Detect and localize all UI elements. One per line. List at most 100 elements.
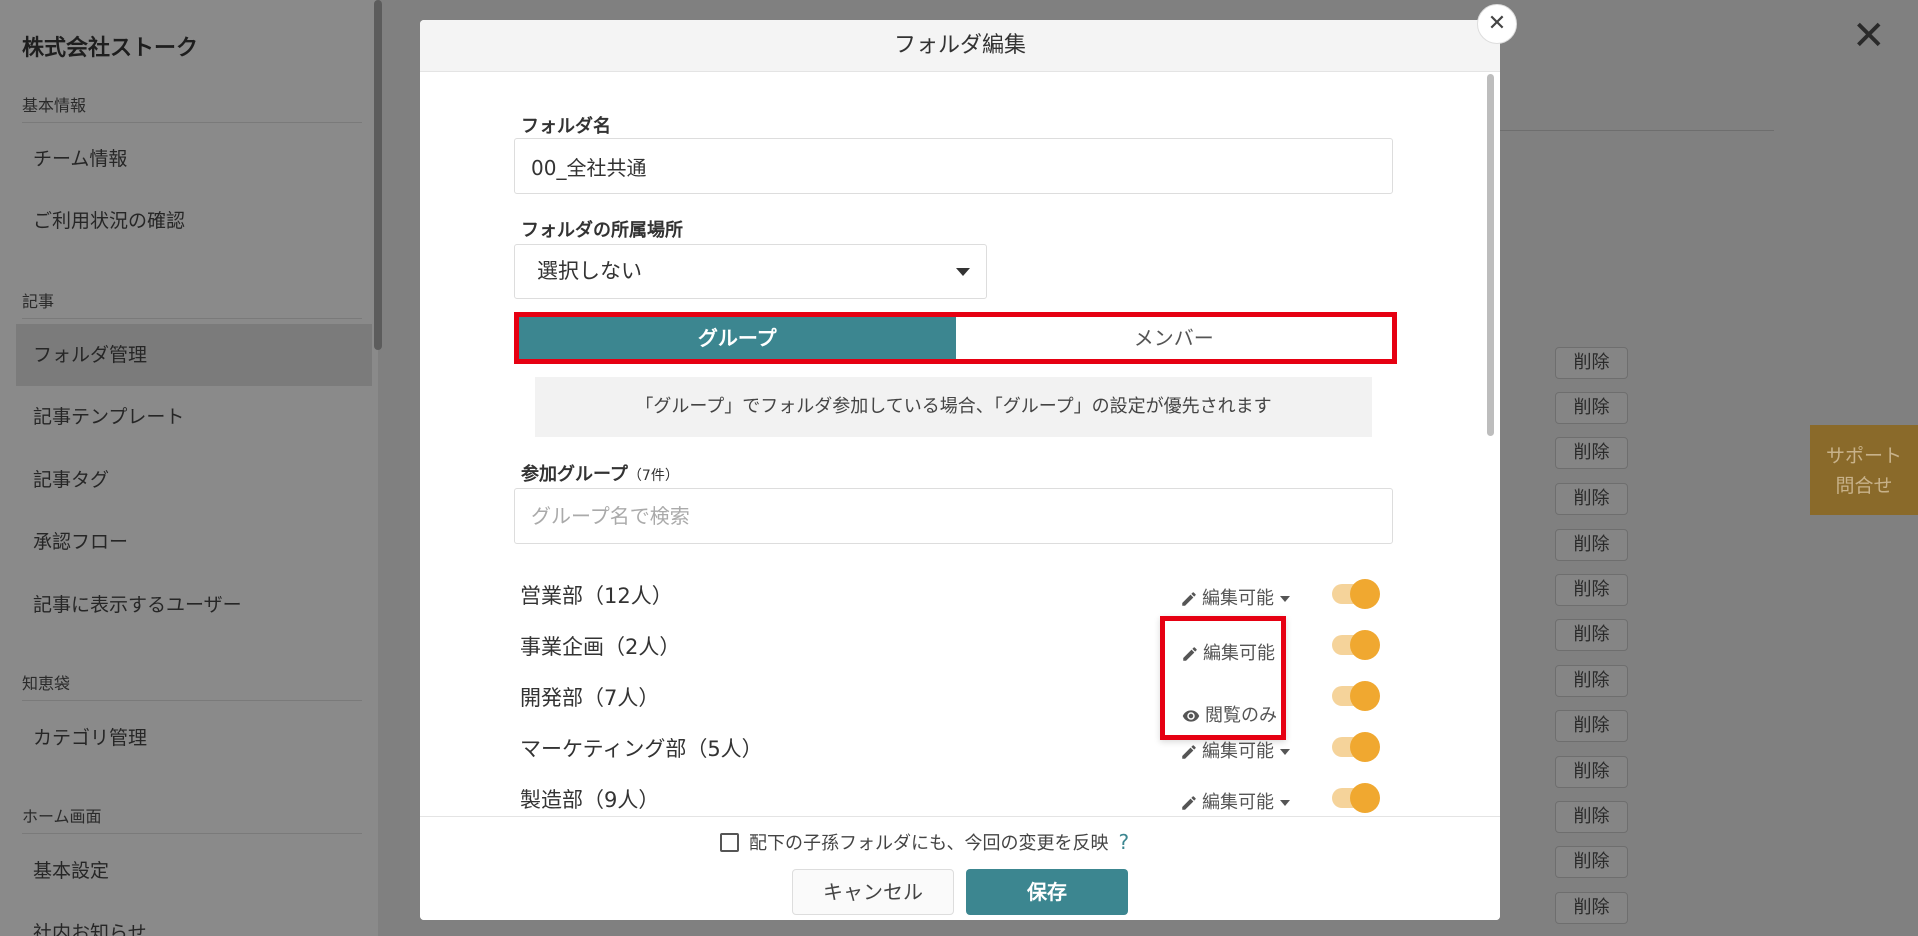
toggle-knob xyxy=(1350,783,1380,813)
group-name: 製造部（9人） xyxy=(520,788,660,812)
group-enabled-toggle[interactable] xyxy=(1332,783,1380,813)
caret-down-icon xyxy=(1280,800,1290,806)
sidebar-item-folder-management[interactable]: フォルダ管理 xyxy=(16,324,372,386)
delete-button[interactable]: 削除 xyxy=(1555,892,1628,924)
caret-down-icon xyxy=(1280,596,1290,602)
permission-label: 編集可能 xyxy=(1202,588,1274,609)
cancel-button[interactable]: キャンセル xyxy=(792,869,954,915)
group-row: マーケティング部（5人） 編集可能 xyxy=(420,725,1500,769)
sidebar-item-team-info[interactable]: チーム情報 xyxy=(16,128,372,190)
permission-dropdown[interactable]: 編集可能 xyxy=(1180,584,1290,610)
toggle-knob xyxy=(1350,732,1380,762)
group-row: 製造部（9人） 編集可能 xyxy=(420,776,1500,820)
permission-option-label: 編集可能 xyxy=(1203,643,1275,664)
help-icon[interactable]: ? xyxy=(1118,830,1129,854)
eye-icon xyxy=(1182,710,1200,722)
group-row: 営業部（12人） 編集可能 xyxy=(420,572,1500,616)
support-label: サポート xyxy=(1825,445,1902,467)
tab-group[interactable]: グループ xyxy=(519,317,956,359)
section-title-home: ホーム画面 xyxy=(22,807,102,826)
permission-menu: 編集可能 閲覧のみ xyxy=(1160,616,1286,740)
apply-children-option: 配下の子孫フォルダにも、今回の変更を反映 ? xyxy=(720,829,1129,855)
delete-button[interactable]: 削除 xyxy=(1555,846,1628,878)
toggle-knob xyxy=(1350,579,1380,609)
toggle-knob xyxy=(1350,630,1380,660)
modal-scrollbar[interactable] xyxy=(1487,74,1494,436)
sidebar-scrollbar[interactable] xyxy=(374,0,382,350)
modal-title: フォルダ編集 xyxy=(420,20,1500,72)
permission-option-edit[interactable]: 編集可能 xyxy=(1181,639,1275,665)
company-name: 株式会社ストーク xyxy=(22,36,199,61)
sidebar-item-display-users[interactable]: 記事に表示するユーザー xyxy=(16,574,372,636)
support-label: 問合せ xyxy=(1835,475,1893,497)
caret-down-icon xyxy=(956,268,970,276)
section-title-basic: 基本情報 xyxy=(22,96,87,115)
save-button[interactable]: 保存 xyxy=(966,869,1128,915)
sidebar-item-announcements[interactable]: 社内お知らせ xyxy=(16,902,372,936)
divider xyxy=(22,122,362,123)
delete-button[interactable]: 削除 xyxy=(1555,665,1628,697)
pencil-icon xyxy=(1183,647,1197,661)
sidebar-item-approval-flow[interactable]: 承認フロー xyxy=(16,511,372,573)
sidebar-item-usage[interactable]: ご利用状況の確認 xyxy=(16,190,372,252)
participating-groups-label: 参加グループ（7件） xyxy=(521,460,679,486)
folder-name-input[interactable] xyxy=(514,138,1393,194)
support-contact-button[interactable]: サポート 問合せ xyxy=(1810,425,1918,515)
folder-location-label: フォルダの所属場所 xyxy=(521,220,683,241)
group-row: 事業企画（2人） xyxy=(420,623,1500,667)
sidebar-item-article-tags[interactable]: 記事タグ xyxy=(16,449,372,511)
divider xyxy=(22,700,362,701)
delete-button[interactable]: 削除 xyxy=(1555,801,1628,833)
group-search-input[interactable] xyxy=(514,488,1393,544)
permission-option-view[interactable]: 閲覧のみ xyxy=(1181,701,1277,727)
sidebar-item-article-template[interactable]: 記事テンプレート xyxy=(16,386,372,448)
pencil-icon xyxy=(1182,745,1196,759)
group-enabled-toggle[interactable] xyxy=(1332,630,1380,660)
delete-button[interactable]: 削除 xyxy=(1555,483,1628,515)
pencil-icon xyxy=(1182,796,1196,810)
delete-button[interactable]: 削除 xyxy=(1555,574,1628,606)
group-name: 開発部（7人） xyxy=(520,686,660,710)
folder-location-select[interactable]: 選択しない xyxy=(514,244,987,299)
group-enabled-toggle[interactable] xyxy=(1332,579,1380,609)
groups-label-text: 参加グループ xyxy=(521,464,628,485)
section-title-chiebukuro: 知恵袋 xyxy=(22,674,71,693)
folder-location-value: 選択しない xyxy=(537,259,642,283)
close-icon[interactable]: ✕ xyxy=(1477,4,1517,44)
divider xyxy=(22,318,362,319)
delete-button[interactable]: 削除 xyxy=(1555,437,1628,469)
folder-name-label: フォルダ名 xyxy=(521,116,611,137)
delete-button[interactable]: 削除 xyxy=(1555,619,1628,651)
permission-dropdown[interactable]: 編集可能 xyxy=(1180,788,1290,814)
delete-button[interactable]: 削除 xyxy=(1555,529,1628,561)
delete-button[interactable]: 削除 xyxy=(1555,756,1628,788)
group-row: 開発部（7人） xyxy=(420,674,1500,718)
settings-sidebar: 株式会社ストーク 基本情報 チーム情報 ご利用状況の確認 記事 フォルダ管理 記… xyxy=(0,0,378,936)
folder-edit-modal: フォルダ編集 フォルダ名 フォルダの所属場所 選択しない グループ メンバー 「… xyxy=(420,20,1500,920)
divider xyxy=(1500,130,1774,131)
permission-dropdown[interactable]: 編集可能 xyxy=(1180,737,1290,763)
group-name: マーケティング部（5人） xyxy=(520,737,763,761)
permission-option-label: 閲覧のみ xyxy=(1205,705,1277,726)
apply-children-label: 配下の子孫フォルダにも、今回の変更を反映 xyxy=(749,833,1109,854)
delete-button[interactable]: 削除 xyxy=(1555,710,1628,742)
delete-button[interactable]: 削除 xyxy=(1555,347,1628,379)
apply-children-checkbox[interactable] xyxy=(720,832,739,852)
divider xyxy=(22,833,362,834)
groups-count: （7件） xyxy=(627,468,679,484)
pencil-icon xyxy=(1182,592,1196,606)
sidebar-item-category[interactable]: カテゴリ管理 xyxy=(16,707,372,769)
section-title-articles: 記事 xyxy=(22,292,55,311)
assign-type-tabs: グループ メンバー xyxy=(514,312,1397,364)
group-priority-notice: 「グループ」でフォルダ参加している場合、「グループ」の設定が優先されます xyxy=(535,377,1372,437)
page-close-icon[interactable]: ✕ xyxy=(1852,16,1886,56)
permission-label: 編集可能 xyxy=(1202,792,1274,813)
toggle-knob xyxy=(1350,681,1380,711)
group-enabled-toggle[interactable] xyxy=(1332,681,1380,711)
sidebar-item-basic-settings[interactable]: 基本設定 xyxy=(16,840,372,902)
group-enabled-toggle[interactable] xyxy=(1332,732,1380,762)
delete-button[interactable]: 削除 xyxy=(1555,392,1628,424)
tab-member[interactable]: メンバー xyxy=(955,317,1392,359)
group-name: 事業企画（2人） xyxy=(520,635,681,659)
caret-down-icon xyxy=(1280,749,1290,755)
